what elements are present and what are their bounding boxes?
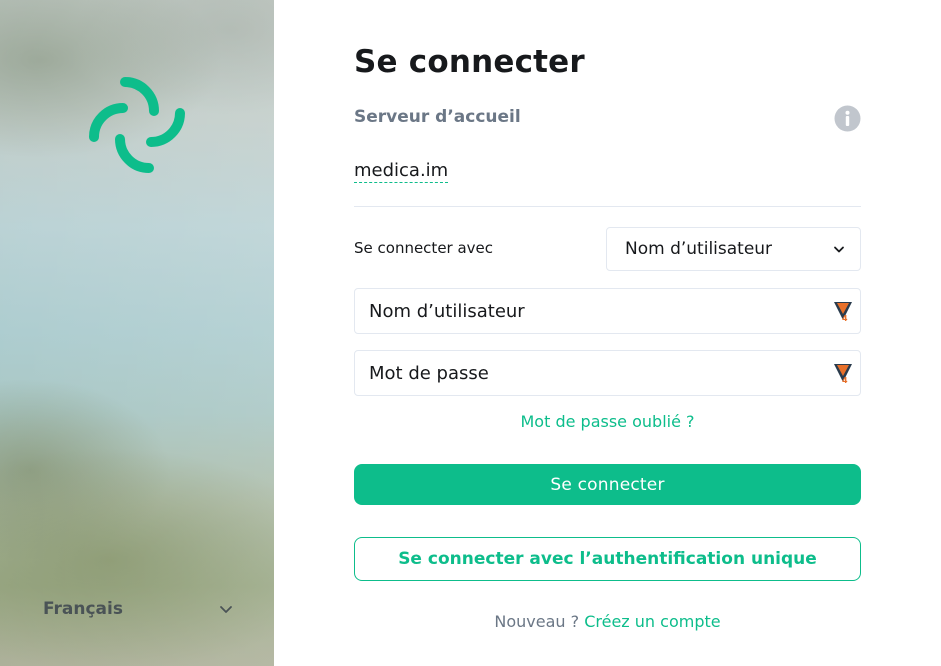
page-title: Se connecter bbox=[354, 44, 585, 80]
new-user-text: Nouveau ? bbox=[494, 612, 580, 631]
sign-in-button[interactable]: Se connecter bbox=[354, 464, 861, 505]
svg-text:4: 4 bbox=[842, 314, 848, 322]
svg-text:4: 4 bbox=[842, 376, 848, 384]
login-panel: Se connecter Serveur d’accueil medica.im… bbox=[274, 0, 941, 666]
chevron-down-icon bbox=[220, 606, 232, 613]
login-with-label: Se connecter avec bbox=[354, 239, 494, 257]
username-field[interactable]: 4 bbox=[354, 288, 861, 334]
homeserver-name[interactable]: medica.im bbox=[354, 160, 449, 183]
username-input[interactable] bbox=[369, 300, 832, 322]
homeserver-label: Serveur d’accueil bbox=[354, 107, 521, 127]
login-type-value: Nom d’utilisateur bbox=[625, 239, 773, 259]
chevron-down-icon bbox=[834, 246, 844, 253]
register-line: Nouveau ? Créez un compte bbox=[354, 612, 861, 631]
divider bbox=[354, 206, 861, 207]
password-manager-icon[interactable]: 4 bbox=[832, 362, 854, 384]
element-logo-icon bbox=[89, 77, 185, 173]
password-manager-icon[interactable]: 4 bbox=[832, 300, 854, 322]
info-icon[interactable] bbox=[834, 105, 861, 132]
forgot-password-link[interactable]: Mot de passe oublié ? bbox=[354, 412, 861, 431]
sso-button[interactable]: Se connecter avec l’authentification uni… bbox=[354, 537, 861, 581]
login-type-dropdown[interactable]: Nom d’utilisateur bbox=[606, 227, 861, 271]
language-label: Français bbox=[43, 599, 123, 619]
language-selector[interactable]: Français bbox=[43, 596, 233, 622]
password-field[interactable]: 4 bbox=[354, 350, 861, 396]
background-panel: Français bbox=[0, 0, 274, 666]
password-input[interactable] bbox=[369, 362, 832, 384]
create-account-link[interactable]: Créez un compte bbox=[584, 612, 720, 631]
